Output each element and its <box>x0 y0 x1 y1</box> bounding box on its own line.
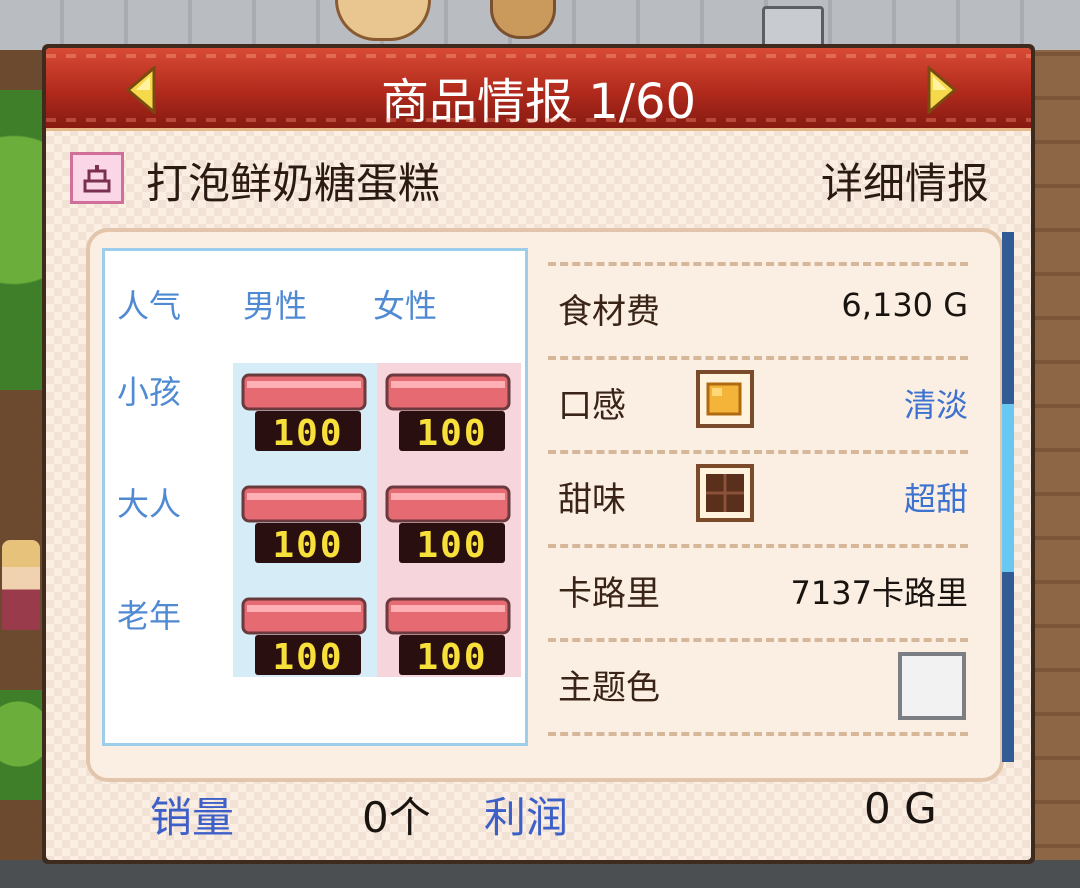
popularity-score-value: 100 <box>416 525 487 566</box>
calories-value: 7137卡路里 <box>790 574 968 612</box>
popularity-score-male: 100 <box>241 595 367 679</box>
product-info-panel: 商品情报 1/60 打泡鲜奶糖蛋糕 详细情报 人气 男性 女性 小孩 大人 老年… <box>42 44 1035 864</box>
row-label-adult: 大人 <box>117 485 182 523</box>
calories-label: 卡路里 <box>558 574 660 614</box>
panel-header: 商品情报 1/60 <box>46 48 1031 131</box>
customer-sprite <box>2 540 40 630</box>
background-ground <box>0 860 1080 888</box>
product-name: 打泡鲜奶糖蛋糕 <box>146 159 441 208</box>
divider <box>548 544 968 548</box>
divider <box>548 638 968 642</box>
divider <box>548 732 968 736</box>
product-row: 打泡鲜奶糖蛋糕 详细情报 <box>46 144 1031 216</box>
ingredient-cost-label: 食材费 <box>558 292 660 332</box>
background-right-wall <box>1034 50 1080 888</box>
popularity-score-value: 100 <box>416 413 487 454</box>
popularity-score-value: 100 <box>272 413 343 454</box>
popularity-header: 人气 <box>117 287 182 325</box>
male-column-header: 男性 <box>243 287 308 325</box>
divider <box>548 356 968 360</box>
popularity-score-value: 100 <box>272 525 343 566</box>
row-label-senior: 老年 <box>117 597 182 635</box>
scrollbar[interactable] <box>1002 232 1014 762</box>
chocolate-block-icon <box>696 464 754 522</box>
page-title: 商品情报 1/60 <box>380 74 697 130</box>
divider <box>548 262 968 266</box>
popularity-score-female: 100 <box>385 371 511 455</box>
divider <box>548 450 968 454</box>
theme-color-swatch <box>898 652 966 720</box>
ingredient-cost-value: 6,130 G <box>841 286 968 324</box>
pot-decoration <box>762 6 824 48</box>
popularity-score-value: 100 <box>272 637 343 678</box>
popularity-score-male: 100 <box>241 483 367 567</box>
profit-value: 0 G <box>864 784 937 833</box>
texture-label: 口感 <box>558 386 626 426</box>
sweetness-value: 超甜 <box>903 480 968 518</box>
sales-value: 0个 <box>362 793 431 842</box>
bush-decoration <box>0 690 46 800</box>
scroll-thumb[interactable] <box>1002 404 1014 572</box>
profit-label: 利润 <box>484 793 569 842</box>
popularity-score-male: 100 <box>241 371 367 455</box>
cake-icon <box>70 152 124 204</box>
sales-label: 销量 <box>150 793 235 842</box>
texture-value: 清淡 <box>903 386 968 424</box>
arrow-right-icon[interactable] <box>925 66 959 114</box>
detail-info-button[interactable]: 详细情报 <box>821 150 989 211</box>
product-stats-card: 人气 男性 女性 小孩 大人 老年 100 100 100 100 100 100 食材费… <box>86 228 1004 782</box>
panel-body: 商品情报 1/60 打泡鲜奶糖蛋糕 详细情报 人气 男性 女性 小孩 大人 老年… <box>46 48 1031 860</box>
sponge-block-icon <box>696 370 754 428</box>
popularity-table: 人气 男性 女性 小孩 大人 老年 100 100 100 100 100 100 <box>102 248 528 746</box>
tree-decoration <box>0 90 46 390</box>
popularity-score-value: 100 <box>416 637 487 678</box>
popularity-score-female: 100 <box>385 595 511 679</box>
sweetness-label: 甜味 <box>558 480 626 520</box>
stats-list: 食材费 6,130 G 口感 清淡 甜味 超甜 卡路里 7137卡路里 主题色 <box>548 232 968 778</box>
popularity-score-female: 100 <box>385 483 511 567</box>
female-column-header: 女性 <box>373 287 438 325</box>
row-label-child: 小孩 <box>117 373 182 411</box>
theme-color-label: 主题色 <box>558 668 660 708</box>
